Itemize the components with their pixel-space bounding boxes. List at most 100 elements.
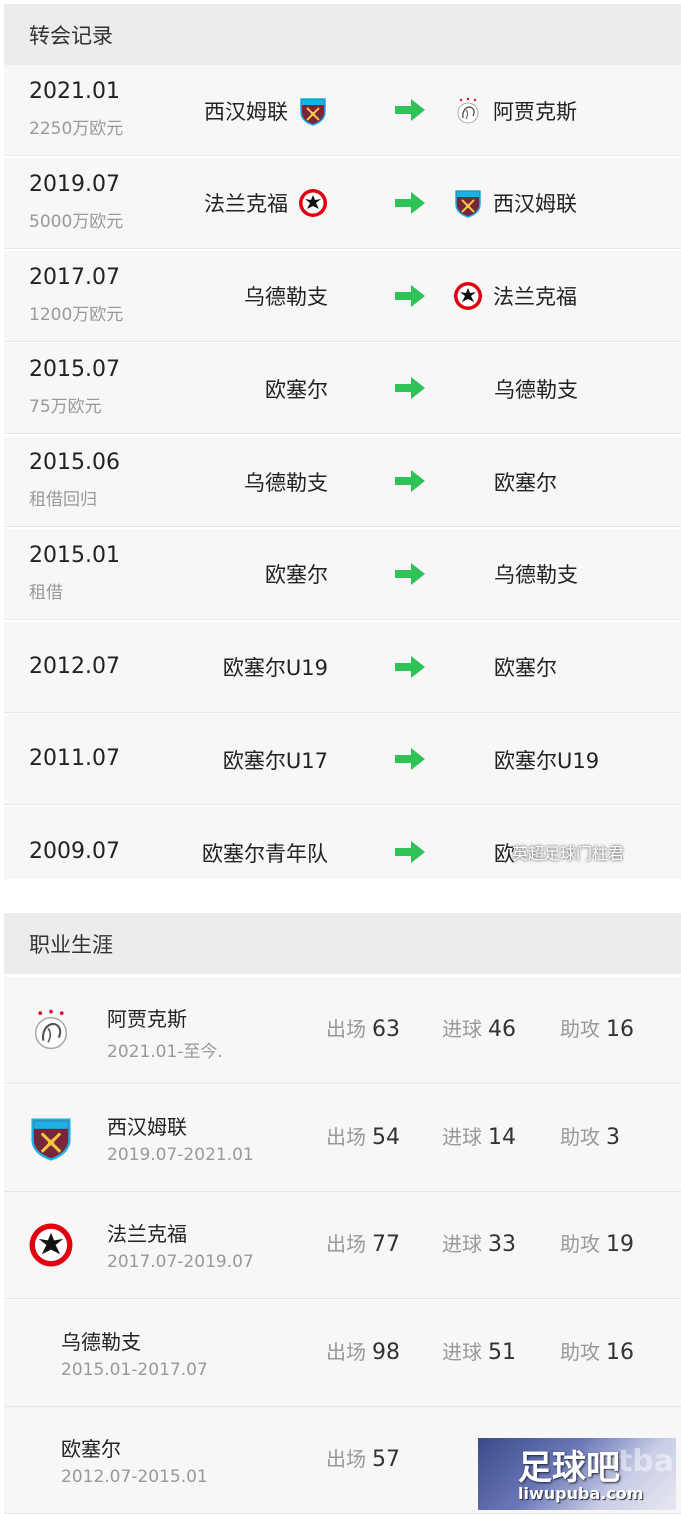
transfer-from-label: 欧塞尔 <box>265 563 328 588</box>
career-stat-assists: 助攻 16 <box>560 1013 634 1042</box>
arrow-right-icon <box>395 470 425 492</box>
transfer-to-club: 欧塞尔 <box>494 622 557 713</box>
transfer-date: 2009.07 <box>29 839 120 864</box>
frankfurt-crest-icon <box>453 281 483 311</box>
stat-label-goals: 进球 <box>442 1232 482 1256</box>
stat-value-assists: 16 <box>606 1339 634 1365</box>
stat-label-assists: 助攻 <box>560 1232 600 1256</box>
arrow-right-icon <box>395 191 425 214</box>
transfer-from-label: 欧塞尔青年队 <box>202 841 328 866</box>
stat-value-goals: 51 <box>488 1339 516 1365</box>
transfer-row: 2012.07 欧塞尔U19 欧塞尔 <box>4 621 681 713</box>
ajax-crest-icon <box>28 1007 74 1053</box>
transfer-row: 2015.06 租借回归 乌德勒支 欧塞尔 <box>4 436 681 527</box>
transfer-fee: 2250万欧元 <box>29 119 124 139</box>
transfer-from-club: 欧塞尔 <box>265 529 328 620</box>
career-stat-goals: 进球 33 <box>442 1228 516 1257</box>
transfer-from-label: 乌德勒支 <box>244 470 328 495</box>
transfer-row: 2015.07 75万欧元 欧塞尔 乌德勒支 <box>4 343 681 435</box>
transfer-row: 2017.07 1200万欧元 乌德勒支 法兰克福 <box>4 250 681 342</box>
transfer-to-club: 乌德勒支 <box>494 529 578 620</box>
transfer-section-header: 转会记录 <box>4 4 681 65</box>
transfer-from-club: 乌德勒支 <box>244 251 328 342</box>
career-period: 2017.07-2019.07 <box>107 1252 254 1272</box>
stat-value-apps: 63 <box>372 1017 400 1042</box>
career-row: 西汉姆联 2019.07-2021.01 出场 54 进球 14 助攻 3 <box>4 1084 681 1192</box>
transfer-from-label: 法兰克福 <box>204 192 288 217</box>
stat-value-assists: 16 <box>606 1017 634 1042</box>
section-gap <box>0 879 681 913</box>
transfer-from-label: 欧塞尔U17 <box>222 748 328 773</box>
transfer-row: 2019.07 5000万欧元 法兰克福 西汉姆联 <box>4 157 681 249</box>
stat-value-apps: 77 <box>372 1232 400 1257</box>
career-period: 2019.07-2021.01 <box>107 1144 254 1165</box>
transfer-from-label: 乌德勒支 <box>244 285 328 309</box>
stat-label-assists: 助攻 <box>560 1124 600 1149</box>
transfer-from-club: 西汉姆联 <box>204 65 328 156</box>
career-row: 法兰克福 2017.07-2019.07 出场 77 进球 33 助攻 19 <box>4 1192 681 1299</box>
transfer-section-title: 转会记录 <box>29 23 113 48</box>
westham-crest-icon <box>298 96 328 126</box>
transfer-to-label: 西汉姆联 <box>493 192 577 217</box>
career-row: 阿贾克斯 2021.01-至今. 出场 63 进球 46 助攻 16 <box>4 977 681 1084</box>
transfer-to-label: 乌德勒支 <box>494 563 578 588</box>
career-stat-assists: 助攻 16 <box>560 1336 634 1365</box>
transfer-to-club: 西汉姆联 <box>453 158 577 249</box>
arrow-right-icon <box>395 99 425 121</box>
career-club-name: 法兰克福 <box>107 1222 187 1246</box>
transfer-to-club: 法兰克福 <box>453 251 577 342</box>
stat-label-apps: 出场 <box>326 1232 366 1256</box>
stat-label-apps: 出场 <box>326 1017 366 1041</box>
transfer-fee: 租借 <box>29 582 63 603</box>
site-logo: otba 足球吧 liwupuba.com <box>478 1438 676 1510</box>
transfer-to-label: 欧塞尔 <box>494 656 557 680</box>
career-row: 乌德勒支 2015.01-2017.07 出场 98 进球 51 助攻 16 <box>4 1299 681 1407</box>
stat-value-apps: 57 <box>372 1447 400 1472</box>
transfer-date: 2015.01 <box>29 542 120 568</box>
career-stat-goals: 进球 46 <box>442 1013 516 1042</box>
transfer-row: 2021.01 2250万欧元 西汉姆联 阿贾克斯 <box>4 65 681 156</box>
transfer-from-club: 欧塞尔U17 <box>223 714 328 805</box>
transfer-to-label: 阿贾克斯 <box>493 99 577 124</box>
stat-label-goals: 进球 <box>442 1339 482 1364</box>
ajax-crest-icon <box>453 96 483 126</box>
transfer-from-label: 欧塞尔U19 <box>222 656 328 680</box>
career-period: 2012.07-2015.01 <box>61 1467 208 1487</box>
career-club-name: 欧塞尔 <box>61 1437 121 1461</box>
stat-label-apps: 出场 <box>326 1124 366 1149</box>
stat-label-goals: 进球 <box>442 1124 482 1149</box>
arrow-right-icon <box>395 562 425 585</box>
career-stat-apps: 出场 63 <box>326 1013 400 1042</box>
career-period: 2021.01-至今. <box>107 1042 223 1062</box>
transfer-to-club: 欧塞尔U19 <box>494 714 599 805</box>
stat-value-goals: 46 <box>488 1017 516 1042</box>
transfer-to-club: 阿贾克斯 <box>453 65 577 156</box>
stat-value-goals: 33 <box>488 1232 516 1257</box>
transfer-date: 2011.07 <box>29 746 120 772</box>
stat-value-assists: 3 <box>606 1124 620 1150</box>
arrow-right-icon <box>395 655 425 678</box>
transfer-date: 2017.07 <box>29 264 120 290</box>
arrow-right-icon <box>395 284 425 307</box>
transfer-from-club: 欧塞尔U19 <box>223 622 328 713</box>
transfer-row: 2011.07 欧塞尔U17 欧塞尔U19 <box>4 714 681 806</box>
arrow-right-icon <box>395 377 425 400</box>
career-stat-assists: 助攻 19 <box>560 1228 634 1257</box>
career-stat-apps: 出场 54 <box>326 1121 400 1150</box>
transfer-fee: 租借回归 <box>29 490 97 510</box>
westham-crest-icon <box>28 1115 74 1161</box>
career-stat-apps: 出场 77 <box>326 1228 400 1257</box>
career-club-name: 乌德勒支 <box>61 1329 141 1354</box>
transfer-from-label: 欧塞尔 <box>265 377 328 402</box>
transfer-from-club: 乌德勒支 <box>244 436 328 527</box>
transfer-date: 2021.01 <box>29 79 120 104</box>
transfer-from-club: 欧塞尔 <box>265 343 328 434</box>
transfer-to-label: 欧塞尔U19 <box>494 748 600 773</box>
transfer-to-label: 乌德勒支 <box>494 377 578 402</box>
transfer-from-club: 法兰克福 <box>204 158 328 249</box>
stat-label-assists: 助攻 <box>560 1017 600 1041</box>
site-logo-url: liwupuba.com <box>518 1484 644 1503</box>
transfer-date: 2019.07 <box>29 171 120 197</box>
transfer-to-label: 欧塞尔 <box>494 470 557 495</box>
transfer-fee: 5000万欧元 <box>29 211 124 232</box>
